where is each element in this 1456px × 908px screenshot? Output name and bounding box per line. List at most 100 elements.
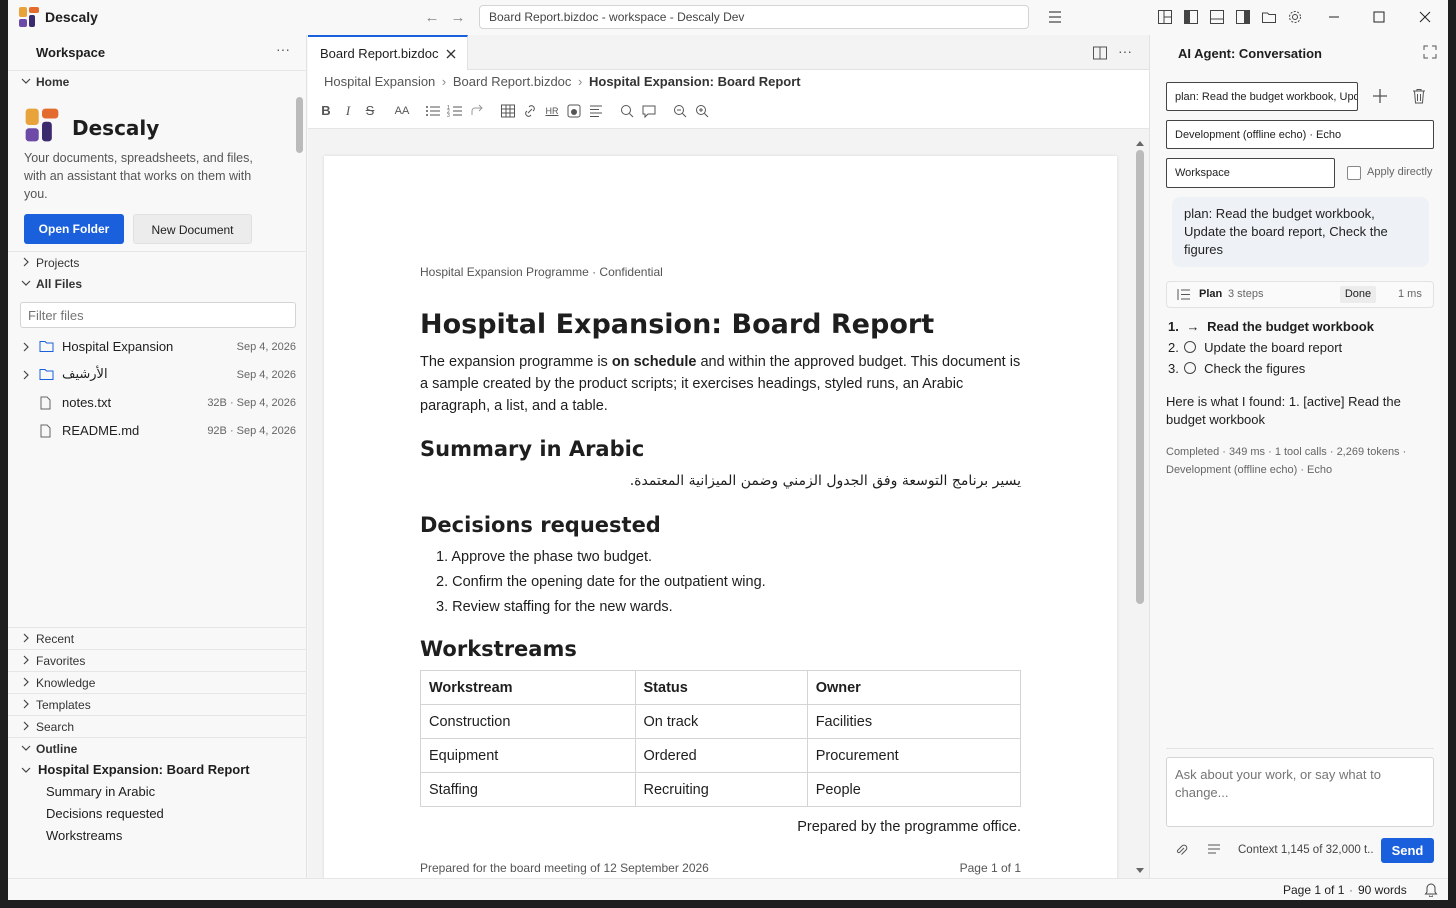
app-window: Descaly ← → Board Report.bizdoc - worksp… xyxy=(8,0,1448,900)
file-meta: Sep 4, 2026 xyxy=(236,369,296,381)
filter-files-input[interactable] xyxy=(20,302,296,328)
command-center[interactable]: Board Report.bizdoc - workspace - Descal… xyxy=(479,5,1029,29)
align-icon[interactable] xyxy=(588,103,604,119)
section-recent[interactable]: Recent xyxy=(8,627,307,649)
conversation-select[interactable]: plan: Read the budget workbook, Update t… xyxy=(1166,82,1358,111)
redo-icon[interactable] xyxy=(469,103,485,119)
outline-item[interactable]: Decisions requested xyxy=(46,806,164,821)
toggle-panel-icon[interactable] xyxy=(1209,9,1225,25)
bell-icon[interactable] xyxy=(1424,882,1438,897)
editor-area: Board Report.bizdoc ··· Hospital Expansi… xyxy=(308,35,1149,896)
maximize-icon[interactable] xyxy=(1371,9,1387,25)
step-label: Check the figures xyxy=(1204,361,1306,376)
breadcrumb-item[interactable]: Board Report.bizdoc xyxy=(453,74,572,89)
chevron-right-icon xyxy=(23,370,29,380)
search-icon[interactable] xyxy=(619,103,635,119)
horizontal-rule-icon[interactable]: HR xyxy=(544,103,560,119)
table-cell: Staffing xyxy=(420,772,636,807)
step-label: Update the board report xyxy=(1204,340,1343,355)
image-icon[interactable] xyxy=(566,103,582,119)
file-name: الأرشيف xyxy=(62,367,108,382)
section-search[interactable]: Search xyxy=(8,715,307,737)
workstreams-table: Workstream Status Owner Construction On … xyxy=(420,670,1022,807)
context-list-icon[interactable] xyxy=(1207,843,1221,857)
bold-icon[interactable]: B xyxy=(318,103,334,119)
sidebar-scrollbar[interactable] xyxy=(296,97,303,153)
section-outline[interactable]: Outline xyxy=(8,737,307,759)
section-favorites[interactable]: Favorites xyxy=(8,649,307,671)
strikethrough-icon[interactable]: S xyxy=(362,103,378,119)
model-select[interactable]: Development (offline echo) · Echo xyxy=(1166,120,1434,149)
outline-item[interactable]: Summary in Arabic xyxy=(46,784,155,799)
table-cell: Ordered xyxy=(634,738,808,773)
outline-item[interactable]: Workstreams xyxy=(46,828,122,843)
scroll-up-icon[interactable] xyxy=(1136,140,1144,146)
folder-icon[interactable] xyxy=(1261,9,1277,25)
apply-directly-checkbox[interactable] xyxy=(1347,166,1361,180)
menu-icon[interactable] xyxy=(1047,10,1063,24)
outline-item-root[interactable]: Hospital Expansion: Board Report xyxy=(8,759,306,781)
decisions-list: 1. Approve the phase two budget. 2. Conf… xyxy=(420,545,1021,620)
numbered-list-icon[interactable]: 123 xyxy=(447,103,463,119)
breadcrumb-item[interactable]: Hospital Expansion: Board Report xyxy=(589,74,801,89)
expand-icon[interactable] xyxy=(1423,45,1437,59)
zoom-out-icon[interactable] xyxy=(672,103,688,119)
section-home[interactable]: Home xyxy=(8,70,307,92)
section-knowledge-label: Knowledge xyxy=(36,676,96,690)
plan-card[interactable]: Plan 3 steps Done 1 ms xyxy=(1166,281,1434,308)
table-cell: Recruiting xyxy=(634,772,808,807)
file-row[interactable]: notes.txt 32B · Sep 4, 2026 xyxy=(8,389,306,417)
editor-scrollbar[interactable] xyxy=(1136,140,1144,878)
table-cell: On track xyxy=(634,704,808,739)
table-icon[interactable] xyxy=(500,103,516,119)
split-editor-icon[interactable] xyxy=(1092,45,1108,61)
file-row[interactable]: الأرشيف Sep 4, 2026 xyxy=(8,361,306,389)
toggle-secondary-sidebar-icon[interactable] xyxy=(1235,9,1251,25)
italic-icon[interactable]: I xyxy=(340,103,356,119)
status-bar: Page 1 of 1 · 90 words xyxy=(8,878,1448,900)
link-icon[interactable] xyxy=(522,103,538,119)
trash-icon[interactable] xyxy=(1411,88,1427,104)
file-row[interactable]: Hospital Expansion Sep 4, 2026 xyxy=(8,333,306,361)
doc-footer-right: Page 1 of 1 xyxy=(959,861,1021,875)
document-page[interactable]: Hospital Expansion Programme · Confident… xyxy=(324,156,1117,896)
section-all-files[interactable]: All Files xyxy=(8,273,307,295)
attach-icon[interactable] xyxy=(1174,843,1188,857)
chevron-right-icon xyxy=(23,257,29,267)
send-button[interactable]: Send xyxy=(1381,838,1434,863)
file-name: README.md xyxy=(62,423,140,438)
minimize-icon[interactable] xyxy=(1326,9,1342,25)
zoom-in-icon[interactable] xyxy=(694,103,710,119)
close-icon[interactable] xyxy=(1417,9,1433,25)
tab-board-report[interactable]: Board Report.bizdoc xyxy=(308,35,468,70)
table-cell: Procurement xyxy=(806,738,1022,773)
new-document-button[interactable]: New Document xyxy=(133,214,252,244)
toggle-sidebar-icon[interactable] xyxy=(1183,9,1199,25)
brand-logo-icon xyxy=(25,108,59,142)
breadcrumb-item[interactable]: Hospital Expansion xyxy=(324,74,435,89)
layout-icon[interactable] xyxy=(1157,9,1173,25)
forward-arrow-icon[interactable]: → xyxy=(448,8,468,28)
more-icon[interactable]: ··· xyxy=(276,41,290,57)
font-size-icon[interactable]: AA xyxy=(394,103,410,119)
bullet-list-icon[interactable] xyxy=(425,103,441,119)
more-icon[interactable]: ··· xyxy=(1118,43,1132,59)
file-row[interactable]: README.md 92B · Sep 4, 2026 xyxy=(8,417,306,445)
open-folder-button[interactable]: Open Folder xyxy=(24,214,124,244)
back-arrow-icon[interactable]: ← xyxy=(422,8,442,28)
section-templates[interactable]: Templates xyxy=(8,693,307,715)
section-projects[interactable]: Projects xyxy=(8,251,307,273)
table-row: Equipment Ordered Procurement xyxy=(420,738,1022,773)
scrollbar-thumb[interactable] xyxy=(1136,150,1144,604)
add-icon[interactable] xyxy=(1372,88,1388,104)
scroll-down-icon[interactable] xyxy=(1136,868,1144,874)
comment-icon[interactable] xyxy=(641,103,657,119)
gear-icon[interactable] xyxy=(1287,9,1303,25)
scope-select[interactable]: Workspace xyxy=(1166,158,1335,188)
section-knowledge[interactable]: Knowledge xyxy=(8,671,307,693)
plan-status-badge: Done xyxy=(1340,286,1376,303)
close-tab-icon[interactable] xyxy=(446,49,456,59)
step-number: 1. xyxy=(1168,319,1179,334)
chat-input[interactable] xyxy=(1166,757,1434,827)
plan-label: Plan xyxy=(1199,288,1223,300)
